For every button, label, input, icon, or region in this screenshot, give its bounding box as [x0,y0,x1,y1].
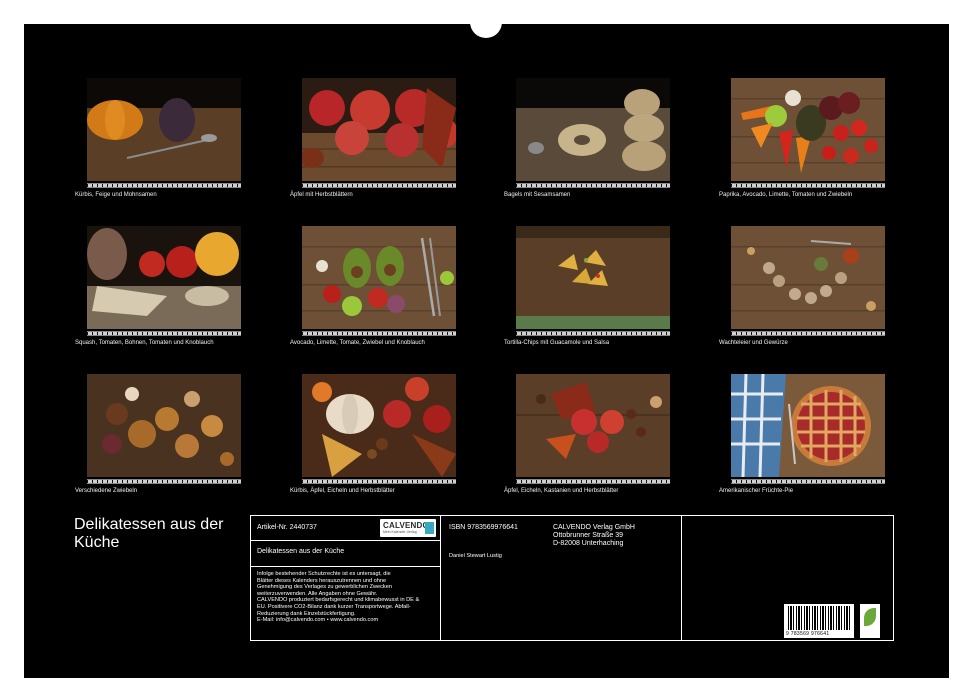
calendar-title: Delikatessen aus der Küche [74,516,224,551]
photo-apples-leaves [302,78,456,181]
legal-text: Infolge bestehender Schutzrechte ist es … [257,571,419,624]
photo-caption: Paprika, Avocado, Limette, Tomaten und Z… [719,192,853,198]
photo-thumbnail [87,226,241,329]
photo-squash [87,226,241,329]
photo-thumbnail [302,78,456,181]
photo-caption: Squash, Tomaten, Bohnen, Tomaten und Kno… [75,340,214,346]
photo-caption: Wachteleier und Gewürze [719,340,788,346]
photo-quail-eggs [731,226,885,329]
photo-thumbnail [87,78,241,181]
legal-line: Reduzierung dank Einzelstückfertigung. [257,610,356,617]
date-strip [516,479,670,484]
publisher-line: D-82008 Unterhaching [553,540,624,547]
photo-caption: Äpfel mit Herbstblättern [290,192,353,198]
photo-caption: Kürbis, Äpfel, Eicheln und Herbstblätter [290,488,395,494]
photo-caption: Bagels mit Sesamsamen [504,192,571,198]
info-table: Artikel-Nr. 2440737 CALVENDO Mein Kalend… [250,515,894,641]
photo-avocado [302,226,456,329]
date-strip [731,479,885,484]
product-title: Delikatessen aus der Küche [257,548,345,555]
photo-caption: Tortilla-Chips mit Guacamole und Salsa [504,340,610,346]
eco-badge [860,604,880,638]
barcode-bars [788,606,850,630]
calvendo-mark-icon [425,522,434,534]
photo-bagels [516,78,670,181]
isbn: ISBN 9783569976641 [449,524,518,531]
photo-tortilla [516,226,670,329]
logo-name: CALVENDO [383,521,429,530]
date-strip [302,331,456,336]
photo-caption: Amerikanischer Früchte-Pie [719,488,794,494]
calvendo-logo: CALVENDO Mein Kalender-Verlag [380,519,436,537]
logo-subtitle: Mein Kalender-Verlag [383,530,417,534]
leaf-icon [864,608,876,626]
photo-autumn [302,374,456,477]
photo-thumbnail [87,374,241,477]
date-strip [731,331,885,336]
spiral-binding [24,24,949,38]
legal-line: E-Mail: info@calvendo.com • www.calvendo… [257,617,379,624]
legal-line: Blätter dieses Kalenders herauszutrennen… [257,577,387,584]
publisher-line: CALVENDO Verlag GmbH [553,524,635,531]
photo-caption: Kürbis, Feige und Mohnsamen [75,192,157,198]
publisher-line: Ottobrunner Straße 39 [553,532,624,539]
legal-line: Infolge bestehender Schutzrechte ist es … [257,571,391,577]
legal-line: CALVENDO produziert bedarfsgerecht und k… [257,597,420,604]
date-strip [302,479,456,484]
photo-thumbnail [516,78,670,181]
photo-apples-chestnuts [516,374,670,477]
date-strip [516,183,670,188]
photo-caption: Verschiedene Zwiebeln [75,488,138,494]
legal-line: weiterzuverwenden. Alle Angaben ohne Gew… [257,590,378,597]
photo-thumbnail [302,374,456,477]
legal-line: Genehmigung des Verlages zu gewerblichen… [257,584,392,591]
photo-thumbnail [302,226,456,329]
photo-peppers [731,78,885,181]
photo-pie [731,374,885,477]
photo-caption: Äpfel, Eicheln, Kastanien und Herbstblät… [504,488,619,494]
isbn-barcode: 9 783569 976641 [784,604,854,638]
photo-onions [87,374,241,477]
date-strip [87,479,241,484]
barcode-digits: 9 783569 976641 [786,631,830,637]
date-strip [516,331,670,336]
photo-thumbnail [731,374,885,477]
photo-thumbnail [731,226,885,329]
date-strip [731,183,885,188]
article-number: Artikel-Nr. 2440737 [257,524,317,531]
legal-line: EU. Positivere CO2-Bilanz dank kurzer Tr… [257,603,411,610]
date-strip [87,331,241,336]
photo-thumbnail [516,226,670,329]
author: Daniel Stewart Lustig [449,553,502,559]
publisher-address: CALVENDO Verlag GmbH Ottobrunner Straße 3… [553,524,635,548]
photo-caption: Avocado, Limette, Tomate, Zwiebel und Kn… [290,340,425,346]
date-strip [87,183,241,188]
photo-pumpkin-fig [87,78,241,181]
date-strip [302,183,456,188]
photo-thumbnail [731,78,885,181]
photo-thumbnail [516,374,670,477]
